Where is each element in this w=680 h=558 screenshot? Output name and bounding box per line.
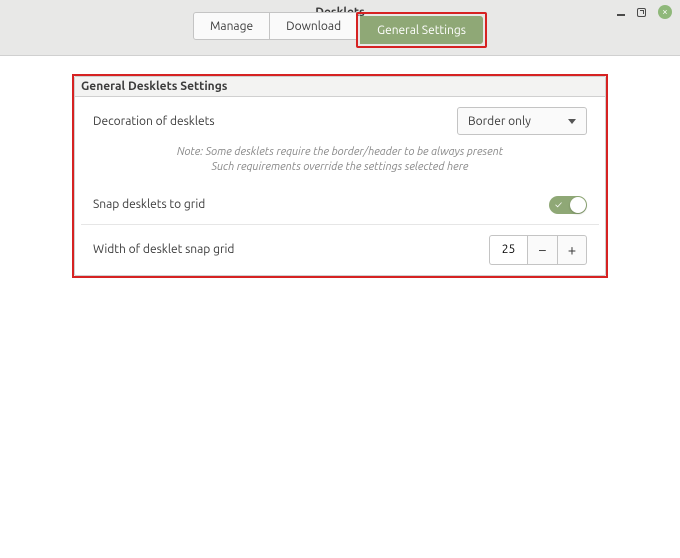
snap-toggle[interactable]: ✓ (549, 196, 587, 214)
panel-title: General Desklets Settings (75, 77, 605, 97)
tab-manage[interactable]: Manage (193, 12, 270, 40)
content-area: General Desklets Settings Decoration of … (0, 56, 680, 278)
decoration-selected-value: Border only (468, 115, 531, 128)
grid-width-input[interactable] (489, 235, 527, 265)
row-decoration: Decoration of desklets Border only (75, 97, 605, 145)
active-tab-highlight: General Settings (356, 12, 487, 48)
stepper-plus-button[interactable]: + (557, 235, 587, 265)
row-grid-width: Width of desklet snap grid − + (75, 225, 605, 275)
toggle-knob (570, 197, 586, 213)
tab-download[interactable]: Download (270, 12, 358, 40)
tab-general-settings[interactable]: General Settings (360, 16, 483, 44)
decoration-label: Decoration of desklets (93, 115, 215, 128)
stepper-minus-button[interactable]: − (527, 235, 557, 265)
panel-highlight: General Desklets Settings Decoration of … (72, 74, 608, 278)
header-bar: Desklets × Manage Download General Setti… (0, 0, 680, 56)
decoration-select[interactable]: Border only (457, 107, 587, 135)
decoration-note: Note: Some desklets require the border/h… (75, 145, 605, 186)
grid-width-stepper: − + (489, 235, 587, 265)
chevron-down-icon (568, 119, 576, 124)
settings-panel: General Desklets Settings Decoration of … (74, 76, 606, 276)
note-line-1: Note: Some desklets require the border/h… (93, 145, 587, 160)
snap-label: Snap desklets to grid (93, 198, 205, 211)
row-snap: Snap desklets to grid ✓ (75, 186, 605, 224)
tab-bar: Manage Download General Settings (0, 12, 680, 48)
grid-width-label: Width of desklet snap grid (93, 243, 234, 256)
note-line-2: Such requirements override the settings … (93, 160, 587, 175)
check-icon: ✓ (555, 199, 562, 210)
